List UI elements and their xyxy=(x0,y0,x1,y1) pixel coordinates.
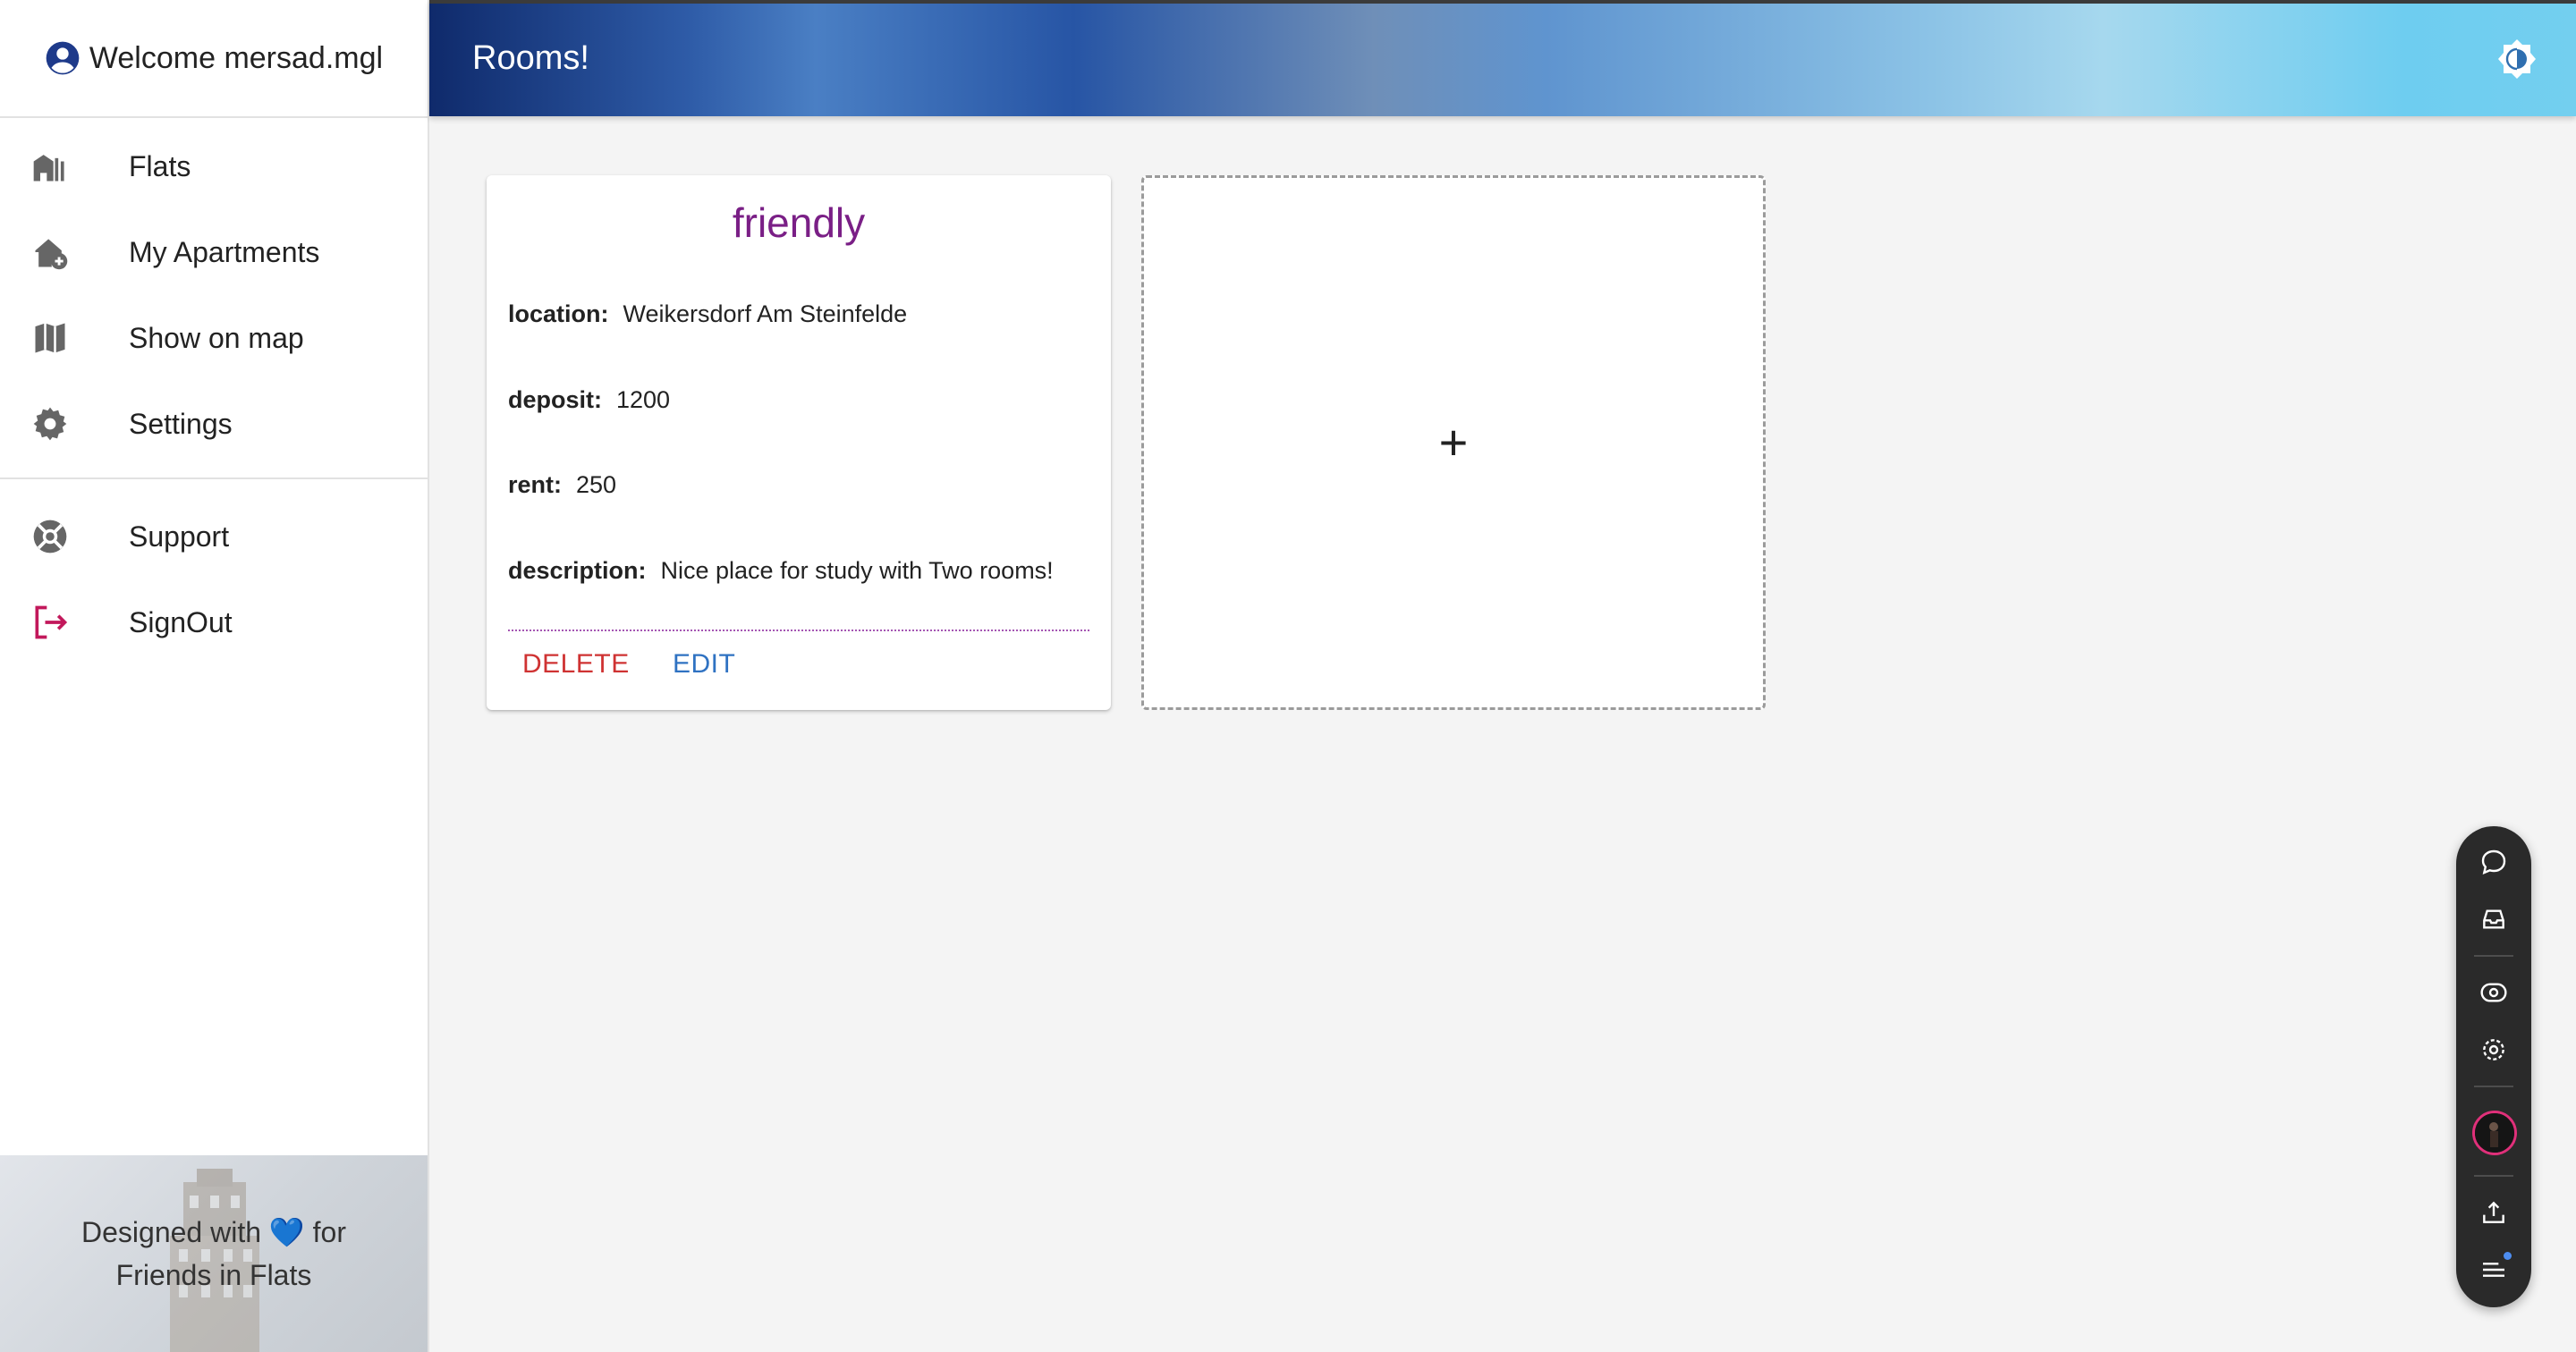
deposit-value: 1200 xyxy=(616,386,671,413)
sidebar-item-label: My Apartments xyxy=(129,235,320,268)
rent-field: rent: 250 xyxy=(508,471,616,499)
location-field: location: Weikersdorf Am Steinfelde xyxy=(508,300,907,328)
sidebar-divider xyxy=(0,477,428,479)
edit-button[interactable]: EDIT xyxy=(665,646,742,683)
lifebuoy-icon xyxy=(30,517,70,556)
location-label: location: xyxy=(508,300,609,327)
delete-button[interactable]: DELETE xyxy=(515,646,637,683)
eye-icon[interactable] xyxy=(2476,975,2512,1010)
plus-icon: + xyxy=(1438,414,1469,470)
inbox-icon[interactable] xyxy=(2476,901,2512,937)
description-value: Nice place for study with Two rooms! xyxy=(660,557,1054,584)
deposit-label: deposit: xyxy=(508,386,602,413)
menu-icon[interactable] xyxy=(2476,1252,2512,1288)
gear-icon xyxy=(30,404,70,444)
account-circle-icon xyxy=(45,40,80,76)
sidebar-item-show-on-map[interactable]: Show on map xyxy=(0,295,428,381)
toolbar-divider xyxy=(2474,1086,2513,1087)
map-icon xyxy=(30,318,70,358)
upload-icon[interactable] xyxy=(2476,1195,2512,1230)
signout-icon xyxy=(30,603,70,642)
sidebar-secondary-nav: Support SignOut xyxy=(0,494,428,665)
apartment-icon xyxy=(30,147,70,186)
sidebar-nav: Flats My Apartments Show on map Settings xyxy=(0,118,428,467)
add-room-card[interactable]: + xyxy=(1141,175,1766,710)
chat-icon[interactable] xyxy=(2476,844,2512,880)
sidebar-item-flats[interactable]: Flats xyxy=(0,123,428,209)
sidebar-item-support[interactable]: Support xyxy=(0,494,428,579)
toolbar-divider xyxy=(2474,955,2513,957)
location-value: Weikersdorf Am Steinfelde xyxy=(623,300,908,327)
footer-line-2: Friends in Flats xyxy=(115,1259,312,1291)
notification-dot xyxy=(2504,1252,2512,1260)
deposit-field: deposit: 1200 xyxy=(508,386,670,414)
settings-eye-icon[interactable] xyxy=(2476,1032,2512,1068)
footer-line-1: Designed with 💙 for xyxy=(81,1216,346,1248)
sidebar-item-label: Show on map xyxy=(129,321,304,354)
brightness-icon[interactable] xyxy=(2496,38,2538,80)
sidebar-item-label: Flats xyxy=(129,149,191,182)
page-title: Rooms! xyxy=(472,39,589,77)
toolbar-divider xyxy=(2474,1175,2513,1177)
sidebar-footer: Designed with 💙 for Friends in Flats xyxy=(0,1155,428,1352)
sidebar-item-label: Settings xyxy=(129,407,233,440)
room-title: friendly xyxy=(732,199,866,246)
description-field: description: Nice place for study with Tw… xyxy=(508,557,1054,585)
sidebar-item-settings[interactable]: Settings xyxy=(0,381,428,467)
sidebar: Welcome mersad.mgl Flats My Apartments S… xyxy=(0,0,429,1352)
sidebar-item-label: SignOut xyxy=(129,605,233,638)
sidebar-item-my-apartments[interactable]: My Apartments xyxy=(0,209,428,295)
app-header: Rooms! xyxy=(429,0,2576,116)
user-avatar[interactable] xyxy=(2472,1111,2517,1155)
sidebar-item-label: Support xyxy=(129,520,230,553)
description-label: description: xyxy=(508,557,647,584)
rent-value: 250 xyxy=(576,471,617,498)
floating-toolbar xyxy=(2456,826,2531,1307)
welcome-header: Welcome mersad.mgl xyxy=(0,0,428,118)
room-card: friendly location: Weikersdorf Am Steinfe… xyxy=(487,175,1111,710)
add-home-icon xyxy=(30,232,70,272)
footer-credit: Designed with 💙 for Friends in Flats xyxy=(0,1211,428,1297)
sidebar-item-signout[interactable]: SignOut xyxy=(0,579,428,665)
welcome-text: Welcome mersad.mgl xyxy=(89,40,384,75)
rent-label: rent: xyxy=(508,471,562,498)
card-divider xyxy=(508,630,1089,631)
